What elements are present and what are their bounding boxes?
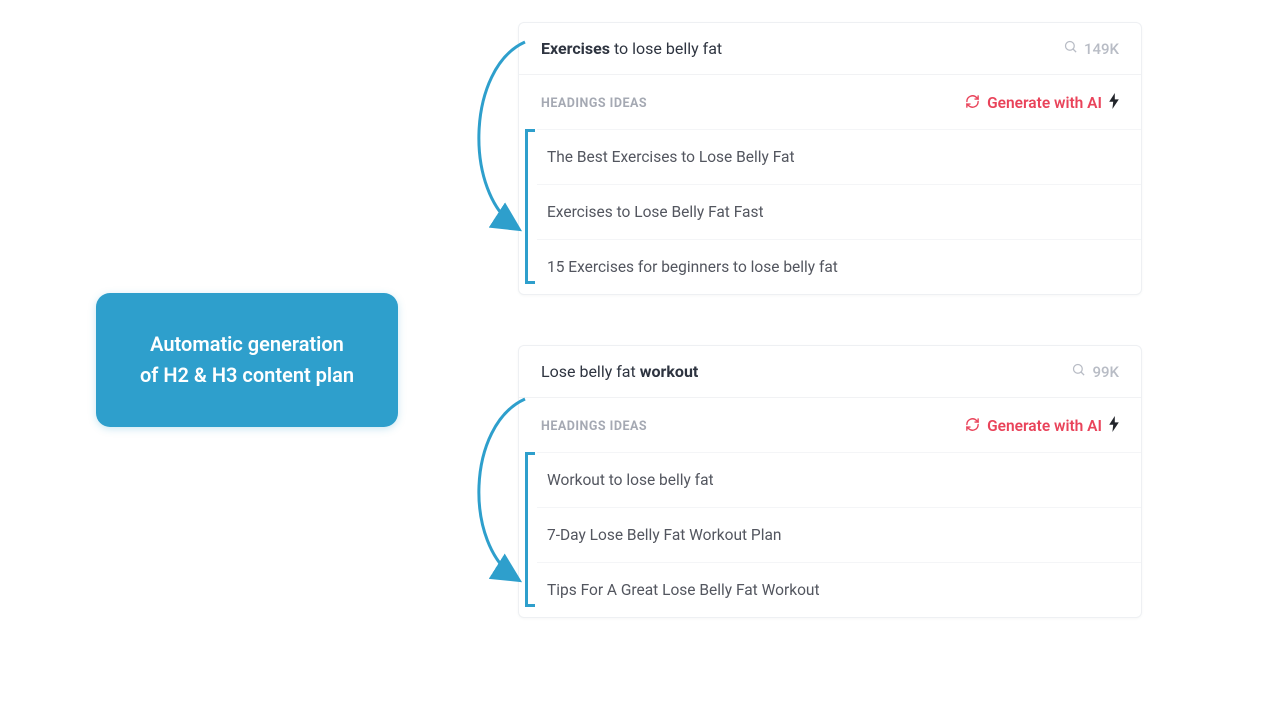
headings-ideas-label: HEADINGS IDEAS bbox=[541, 419, 647, 434]
heading-suggestion[interactable]: 15 Exercises for beginners to lose belly… bbox=[537, 239, 1141, 294]
bracket-indicator bbox=[525, 129, 535, 284]
refresh-icon bbox=[965, 94, 980, 113]
heading-suggestion[interactable]: 7-Day Lose Belly Fat Workout Plan bbox=[537, 507, 1141, 562]
search-icon bbox=[1063, 39, 1078, 58]
generate-with-ai-button[interactable]: Generate with AI bbox=[965, 416, 1119, 436]
callout-box: Automatic generation of H2 & H3 content … bbox=[96, 293, 398, 427]
generate-label: Generate with AI bbox=[987, 417, 1102, 435]
generate-label: Generate with AI bbox=[987, 94, 1102, 112]
search-volume: 149K bbox=[1063, 39, 1119, 58]
keyword-panel-1: Exercises to lose belly fat 149K HEADING… bbox=[518, 22, 1142, 295]
headings-block: Workout to lose belly fat 7-Day Lose Bel… bbox=[519, 452, 1141, 617]
headings-ideas-label: HEADINGS IDEAS bbox=[541, 96, 647, 111]
panel-subheader: HEADINGS IDEAS Generate with AI bbox=[519, 398, 1141, 452]
bracket-indicator bbox=[525, 452, 535, 607]
refresh-icon bbox=[965, 417, 980, 436]
keyword-text: Exercises to lose belly fat bbox=[541, 39, 722, 58]
keyword-strong: Exercises bbox=[541, 39, 610, 58]
keyword-panel-2: Lose belly fat workout 99K HEADINGS IDEA… bbox=[518, 345, 1142, 618]
volume-value: 149K bbox=[1084, 40, 1119, 58]
keyword-rest: to lose belly fat bbox=[610, 39, 722, 58]
search-icon bbox=[1071, 362, 1086, 381]
generate-with-ai-button[interactable]: Generate with AI bbox=[965, 93, 1119, 113]
keyword-strong: workout bbox=[640, 362, 699, 381]
headings-block: The Best Exercises to Lose Belly Fat Exe… bbox=[519, 129, 1141, 294]
callout-line1: Automatic generation bbox=[140, 329, 354, 360]
volume-value: 99K bbox=[1092, 363, 1119, 381]
keyword-pre: Lose belly fat bbox=[541, 362, 640, 381]
callout-line2: of H2 & H3 content plan bbox=[140, 360, 354, 391]
heading-suggestion[interactable]: Workout to lose belly fat bbox=[537, 452, 1141, 507]
bolt-icon bbox=[1109, 93, 1119, 113]
search-volume: 99K bbox=[1071, 362, 1119, 381]
heading-suggestion[interactable]: Exercises to Lose Belly Fat Fast bbox=[537, 184, 1141, 239]
panel-header: Lose belly fat workout 99K bbox=[519, 346, 1141, 398]
panels-container: Exercises to lose belly fat 149K HEADING… bbox=[518, 22, 1142, 668]
panel-subheader: HEADINGS IDEAS Generate with AI bbox=[519, 75, 1141, 129]
panel-header: Exercises to lose belly fat 149K bbox=[519, 23, 1141, 75]
keyword-text: Lose belly fat workout bbox=[541, 362, 698, 381]
heading-suggestion[interactable]: The Best Exercises to Lose Belly Fat bbox=[537, 129, 1141, 184]
bolt-icon bbox=[1109, 416, 1119, 436]
heading-suggestion[interactable]: Tips For A Great Lose Belly Fat Workout bbox=[537, 562, 1141, 617]
